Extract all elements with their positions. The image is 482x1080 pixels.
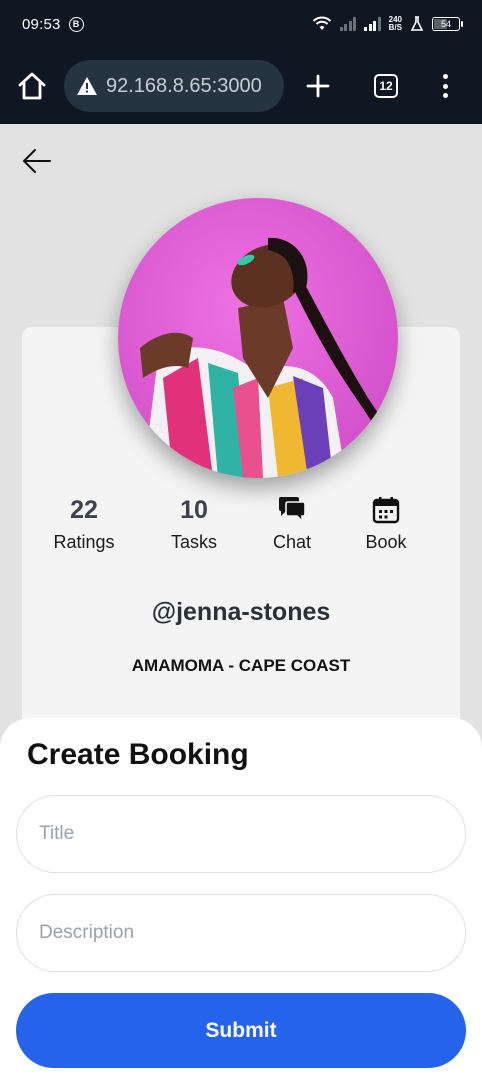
ratings-stat[interactable]: 22 Ratings [34,494,134,553]
profile-handle: @jenna-stones [151,598,331,626]
net-speed-unit: B/S [388,23,402,32]
address-bar[interactable]: 92.168.8.65:3000 [64,60,284,112]
battery-icon: 54 [432,17,463,31]
title-input[interactable] [16,795,466,873]
more-icon[interactable] [442,74,448,98]
wifi-icon [312,16,331,30]
battery-level: 54 [440,19,451,29]
notification-badge-icon: B [68,16,84,32]
status-time: 09:53 [22,15,61,33]
description-input[interactable] [16,894,466,972]
submit-button[interactable]: Submit [16,993,466,1068]
profile-page: 22 Ratings 10 Tasks Chat Book @jenna-sto… [0,124,482,1080]
profile-stats: 22 Ratings 10 Tasks Chat Book [22,494,460,564]
signal-sim2-icon [364,17,381,31]
ratings-count: 22 [70,496,98,524]
ratings-label: Ratings [53,532,115,552]
chat-label: Chat [272,532,312,552]
tasks-count: 10 [180,496,208,524]
avatar [118,198,398,478]
chat-button[interactable]: Chat [242,494,342,553]
home-icon[interactable] [16,70,48,102]
plus-icon[interactable] [306,74,330,98]
tasks-label: Tasks [170,532,217,552]
tasks-stat[interactable]: 10 Tasks [144,494,244,553]
status-icons: 240 B/S 54 [312,16,463,32]
avatar-photo [118,198,398,478]
book-button[interactable]: Book [336,494,436,553]
warning-icon[interactable] [76,75,98,97]
back-arrow-icon[interactable] [22,148,52,174]
signal-sim1-icon [339,17,357,31]
url-text[interactable]: 92.168.8.65:3000 [106,75,262,98]
chat-icon [279,497,306,523]
profile-location: AMAMOMA - CAPE COAST [131,656,351,675]
book-label: Book [365,532,407,552]
tabs-icon[interactable]: 12 [374,74,398,98]
create-booking-sheet: Create Booking Submit [0,718,482,1080]
net-speed: 240 B/S [389,16,402,32]
flask-icon [410,16,424,31]
calendar-icon [372,497,400,524]
sheet-title: Create Booking [27,738,249,771]
status-bar: 09:53 B 240 B/S 54 [0,0,482,48]
browser-toolbar: 92.168.8.65:3000 12 [0,48,482,124]
